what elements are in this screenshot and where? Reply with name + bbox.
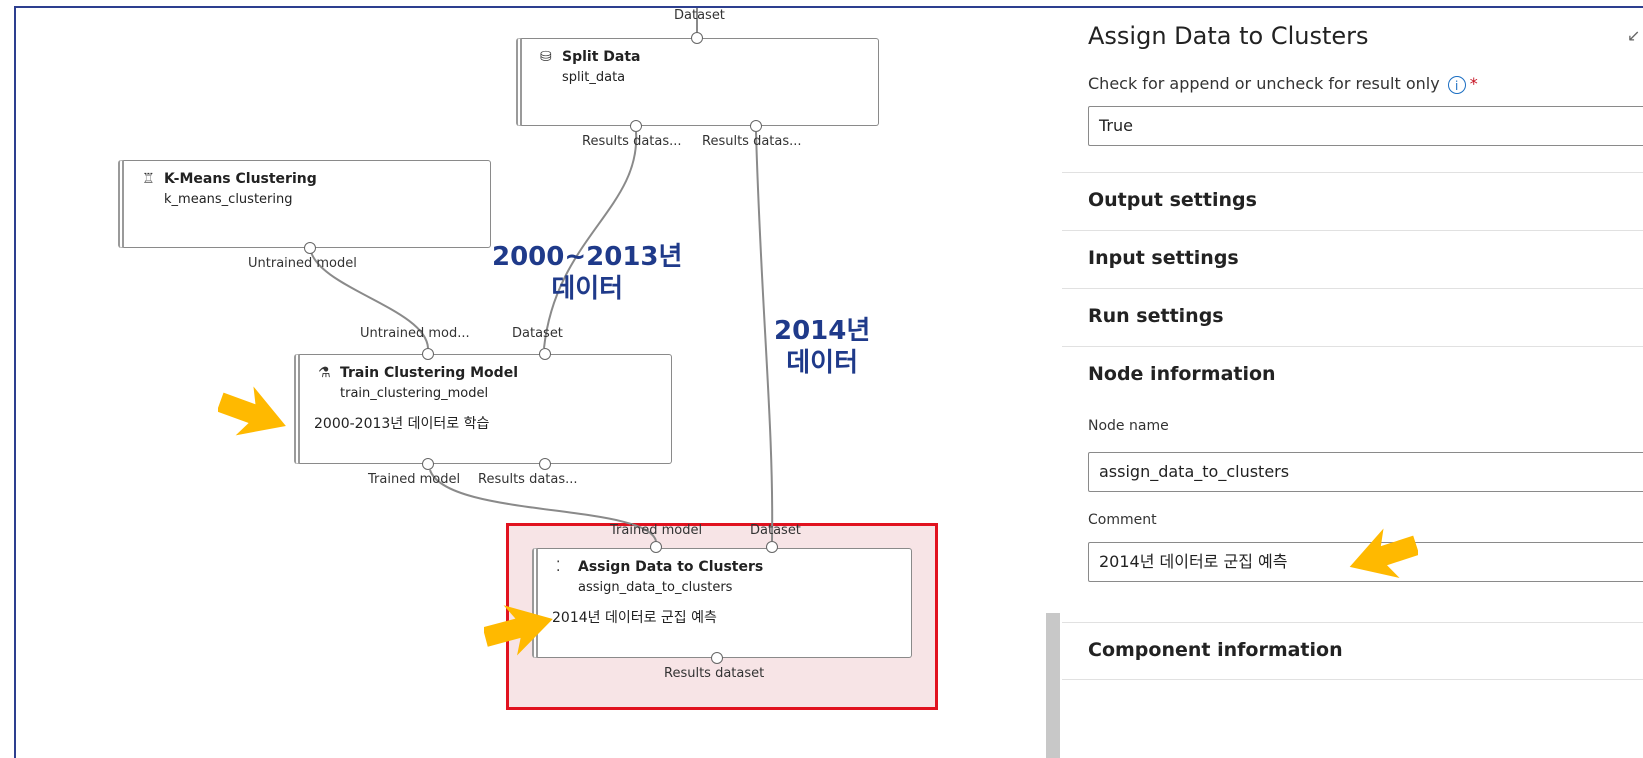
train-input-port-1[interactable] bbox=[422, 348, 434, 360]
properties-panel: Assign Data to Clusters ↙ Check for appe… bbox=[1062, 8, 1643, 758]
split-data-id: split_data bbox=[562, 70, 626, 85]
train-output-label-2: Results datas... bbox=[478, 472, 578, 487]
assign-data-node[interactable]: ⁚ Assign Data to Clusters assign_data_to_… bbox=[532, 548, 912, 658]
annotation-2000-2013: 2000~2013년 데이터 bbox=[492, 242, 683, 304]
wire-split-to-train bbox=[543, 131, 638, 349]
assign-input-label-2: Dataset bbox=[750, 523, 801, 538]
database-split-icon: ⛁ bbox=[540, 49, 552, 65]
assign-comment: 2014년 데이터로 군집 예측 bbox=[552, 610, 717, 626]
scrollbar-thumb[interactable] bbox=[1046, 613, 1060, 758]
kmeans-output-port[interactable] bbox=[304, 242, 316, 254]
train-output-label-1: Trained model bbox=[368, 472, 461, 487]
split-output-label-2: Results datas... bbox=[702, 134, 802, 149]
node-name-label: Node name bbox=[1088, 418, 1169, 434]
train-id: train_clustering_model bbox=[340, 386, 489, 401]
panel-title: Assign Data to Clusters bbox=[1088, 22, 1369, 50]
arrow-pointer-train bbox=[218, 386, 286, 436]
info-icon[interactable]: i bbox=[1447, 75, 1466, 94]
scatter-plot-icon: ⁚ bbox=[556, 559, 561, 575]
train-input-label-2: Dataset bbox=[512, 326, 563, 341]
section-component-information[interactable]: Component information bbox=[1062, 622, 1643, 680]
comment-label: Comment bbox=[1088, 512, 1157, 528]
section-output-settings[interactable]: Output settings bbox=[1062, 172, 1643, 230]
split-data-node[interactable]: ⛁ Split Data split_data bbox=[516, 38, 879, 126]
split-output-port-2[interactable] bbox=[750, 120, 762, 132]
kmeans-title: ♖ K-Means Clustering bbox=[142, 171, 317, 187]
section-run-settings[interactable]: Run settings bbox=[1062, 288, 1643, 346]
train-output-port-2[interactable] bbox=[539, 458, 551, 470]
split-output-label-1: Results datas... bbox=[582, 134, 682, 149]
canvas-scrollbar[interactable] bbox=[1046, 8, 1060, 758]
assign-title: ⁚ Assign Data to Clusters bbox=[556, 559, 764, 575]
required-mark: * bbox=[1469, 74, 1478, 93]
kmeans-output-label: Untrained model bbox=[248, 256, 357, 271]
split-data-title: ⛁ Split Data bbox=[540, 49, 641, 65]
assign-output-port[interactable] bbox=[711, 652, 723, 664]
train-model-icon: ⚗ bbox=[318, 365, 331, 381]
train-clustering-node[interactable]: ⚗ Train Clustering Model train_clustering… bbox=[294, 354, 672, 464]
arrow-pointer-comment bbox=[1349, 528, 1418, 578]
train-title: ⚗ Train Clustering Model bbox=[318, 365, 518, 381]
assign-input-port-1[interactable] bbox=[650, 541, 662, 553]
arrow-pointer-assign bbox=[484, 605, 553, 656]
assign-input-port-2[interactable] bbox=[766, 541, 778, 553]
train-output-port-1[interactable] bbox=[422, 458, 434, 470]
wire-split-to-assign bbox=[755, 131, 774, 542]
assign-output-label: Results dataset bbox=[664, 666, 765, 681]
tree-hierarchy-icon: ♖ bbox=[142, 171, 155, 187]
train-input-label-1: Untrained mod... bbox=[360, 326, 470, 341]
section-node-information[interactable]: Node information bbox=[1062, 346, 1643, 404]
append-select[interactable]: True bbox=[1088, 106, 1643, 146]
assign-input-label-1: Trained model bbox=[610, 523, 703, 538]
expand-icon[interactable]: ↙ bbox=[1627, 26, 1640, 45]
assign-id: assign_data_to_clusters bbox=[578, 580, 733, 595]
append-label: Check for append or uncheck for result o… bbox=[1088, 74, 1478, 94]
split-input-port[interactable] bbox=[691, 32, 703, 44]
section-input-settings[interactable]: Input settings bbox=[1062, 230, 1643, 288]
split-input-label: Dataset bbox=[674, 8, 725, 23]
node-name-input[interactable]: assign_data_to_clusters bbox=[1088, 452, 1643, 492]
kmeans-id: k_means_clustering bbox=[164, 192, 293, 207]
train-comment: 2000-2013년 데이터로 학습 bbox=[314, 416, 490, 432]
kmeans-node[interactable]: ♖ K-Means Clustering k_means_clustering bbox=[118, 160, 491, 248]
annotation-2014: 2014년 데이터 bbox=[774, 316, 871, 378]
split-output-port-1[interactable] bbox=[630, 120, 642, 132]
pipeline-canvas[interactable]: Dataset ⛁ Split Data split_data Results d… bbox=[16, 8, 1046, 758]
train-input-port-2[interactable] bbox=[539, 348, 551, 360]
